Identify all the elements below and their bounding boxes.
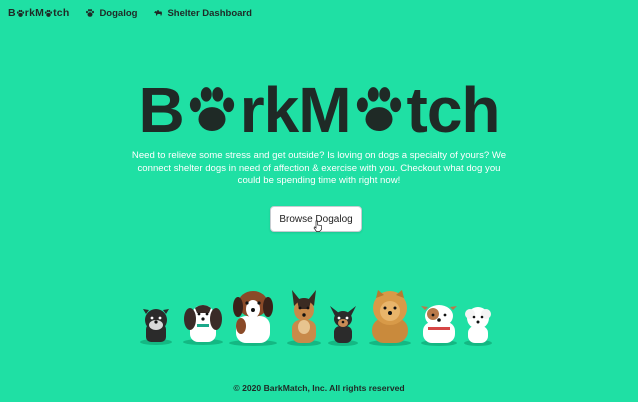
dog-icon [154, 10, 163, 16]
hero-logo-text-start: B [138, 74, 184, 146]
top-nav: B rkM tch Dogalog Shelter Dashboard [0, 0, 638, 26]
nav-link-label: Dogalog [99, 7, 138, 19]
paw-icon [44, 9, 53, 17]
hero-description: Need to relieve some stress and get outs… [131, 150, 507, 187]
dog-saint-bernard-icon [233, 291, 273, 343]
paw-icon [189, 87, 234, 132]
nav-link-label: Shelter Dashboard [167, 7, 252, 19]
brand-logo[interactable]: B rkM tch [8, 7, 69, 19]
paw-icon [86, 8, 95, 17]
dog-bulldog-icon [421, 305, 457, 343]
dog-cavalier-icon [184, 305, 222, 342]
dog-chow-chow-icon [372, 290, 408, 343]
hero-logo-text-end: tch [406, 74, 501, 146]
dog-chihuahua-icon [330, 306, 356, 343]
hero-logo: B rkM tch [138, 74, 501, 146]
footer-copyright: © 2020 BarkMatch, Inc. All rights reserv… [233, 383, 405, 393]
brand-text-start: B [8, 7, 16, 19]
pointer-cursor-icon [313, 220, 322, 232]
dog-illustrations [140, 290, 492, 346]
dog-schnauzer-icon [143, 309, 169, 342]
nav-link-dogalog[interactable]: Dogalog [85, 8, 137, 19]
paw-icon [16, 9, 24, 17]
brand-text-end: tch [53, 7, 70, 19]
paw-icon [356, 87, 401, 132]
brand-text-mid: rkM [24, 7, 45, 19]
hero-logo-text-mid: rkM [239, 74, 352, 146]
dog-german-shepherd-icon [292, 290, 316, 343]
hero: B rkM tch [0, 74, 638, 146]
dog-bichon-icon [465, 307, 491, 343]
nav-link-shelter-dashboard[interactable]: Shelter Dashboard [153, 7, 252, 19]
